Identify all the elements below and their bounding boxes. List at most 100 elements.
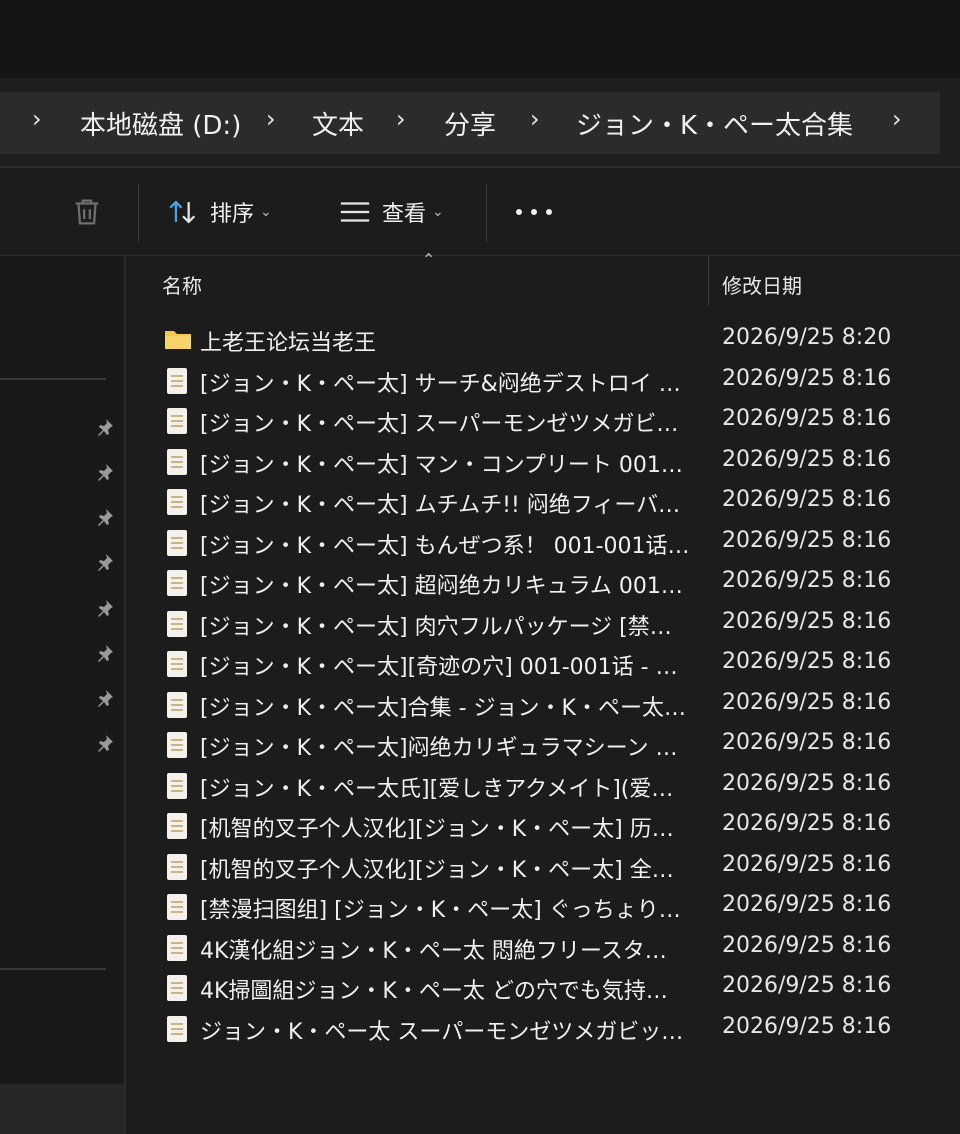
file-name: [ジョン・K・ペー太][奇迹の穴] 001-001话 - … <box>200 655 678 680</box>
divider <box>486 184 487 242</box>
file-list: ⌃ 名称 修改日期 上老王论坛当老王 2026/9/25 8:20 [ジョン・K・ペ… <box>126 250 960 1134</box>
list-view-icon <box>340 202 370 222</box>
file-row[interactable]: ジョン・K・ペー太 スーパーモンゼツメガビッ… 2026/9/25 8:16 <box>126 1009 960 1049</box>
file-name: [ジョン・K・ペー太] 超闷绝カリキュラム 001… <box>200 574 683 599</box>
modified-date: 2026/9/25 8:16 <box>722 649 892 674</box>
document-icon <box>164 691 190 720</box>
modified-date: 2026/9/25 8:16 <box>722 770 892 796</box>
chevron-right-icon[interactable]: › <box>530 105 540 133</box>
pin-icon[interactable] <box>92 504 118 530</box>
document-icon <box>164 489 190 517</box>
view-label: 查看 <box>382 202 427 227</box>
chevron-right-icon[interactable]: › <box>892 105 902 133</box>
file-row[interactable]: 4K掃圖組ジョン・K・ペー太 どの穴でも気持… 2026/9/25 8:16 <box>126 968 960 1008</box>
sort-ascending-icon: ⌃ <box>422 250 436 269</box>
file-row[interactable]: [ジョン・K・ペー太] 肉穴フルパッケージ [禁… 2026/9/25 8:16 <box>126 604 960 644</box>
file-row[interactable]: [ジョン・K・ペー太][奇迹の穴] 001-001话 - … 2026/9/25 … <box>126 644 960 684</box>
file-row[interactable]: [ジョン・K・ペー太] 超闷绝カリキュラム 001… 2026/9/25 8:16 <box>126 563 960 603</box>
more-icon-dot <box>546 209 552 215</box>
document-icon <box>164 975 190 1003</box>
document-icon <box>164 853 190 882</box>
delete-button[interactable] <box>70 190 104 234</box>
file-row[interactable]: 4K漢化組ジョン・K・ペー太 悶絶フリースタ… 2026/9/25 8:16 <box>126 928 960 968</box>
chevron-right-icon[interactable]: › <box>266 105 276 133</box>
file-row[interactable]: [ジョン・K・ペー太] サーチ&闷绝デストロイ … 2026/9/25 8:16 <box>126 361 960 401</box>
file-row[interactable]: [ジョン・K・ペー太]闷绝カリギュラマシーン … 2026/9/25 8:16 <box>126 725 960 765</box>
breadcrumb-item-share[interactable]: 分享 <box>444 105 496 142</box>
file-name: [ジョン・K・ペー太] ムチムチ!! 闷绝フィーバ… <box>200 493 681 518</box>
modified-date: 2026/9/25 8:16 <box>722 487 892 512</box>
sort-button[interactable]: 排序 ⌄ <box>166 190 272 234</box>
file-name: [ジョン・K・ペー太] サーチ&闷绝デストロイ … <box>200 371 681 397</box>
document-icon <box>164 529 190 558</box>
chevron-right-icon[interactable]: › <box>396 105 406 133</box>
more-options-button[interactable] <box>516 206 552 218</box>
pin-icon[interactable] <box>92 640 118 666</box>
breadcrumb-item-collection[interactable]: ジョン・K・ペー太合集 <box>576 105 853 142</box>
divider <box>138 184 139 242</box>
file-name: 上老王论坛当老王 <box>200 331 377 356</box>
chevron-down-icon: ⌄ <box>432 204 444 220</box>
trash-icon <box>75 199 99 225</box>
document-icon <box>164 1015 190 1044</box>
document-icon <box>164 448 190 477</box>
chevron-right-icon[interactable]: › <box>32 105 42 133</box>
file-row[interactable]: [机智的叉子个人汉化][ジョン・K・ペー太] 历… 2026/9/25 8:16 <box>126 806 960 846</box>
nav-item-selected[interactable] <box>0 1084 124 1134</box>
document-icon <box>164 934 190 963</box>
divider <box>0 968 106 970</box>
breadcrumb-item-drive[interactable]: 本地磁盘 (D:) <box>80 105 241 142</box>
breadcrumb-item-text[interactable]: 文本 <box>312 105 364 142</box>
file-name: [ジョン・K・ペー太] 肉穴フルパッケージ [禁… <box>200 614 672 640</box>
address-bar: › 本地磁盘 (D:) › 文本 › 分享 › ジョン・K・ペー太合集 › <box>0 78 960 168</box>
pin-icon[interactable] <box>92 414 118 440</box>
modified-date: 2026/9/25 8:16 <box>722 406 892 431</box>
file-row[interactable]: [ジョン・K・ペー太] ムチムチ!! 闷绝フィーバ… 2026/9/25 8:16 <box>126 482 960 522</box>
modified-date: 2026/9/25 8:16 <box>722 446 892 472</box>
file-name: ジョン・K・ペー太 スーパーモンゼツメガビッ… <box>200 1019 684 1045</box>
column-divider[interactable] <box>708 256 709 306</box>
modified-date: 2026/9/25 8:16 <box>722 527 892 553</box>
pin-icon[interactable] <box>92 595 118 621</box>
modified-date: 2026/9/25 8:16 <box>722 730 892 755</box>
file-name: [ジョン・K・ペー太] もんぜつ系！ 001-001话… <box>200 533 690 559</box>
pin-icon[interactable] <box>92 549 118 575</box>
document-icon <box>164 813 190 841</box>
command-bar: 排序 ⌄ 查看 ⌄ <box>0 168 960 256</box>
file-row[interactable]: [ジョン・K・ペー太] マン・コンプリート 001… 2026/9/25 8:16 <box>126 442 960 482</box>
file-name: 4K掃圖組ジョン・K・ペー太 どの穴でも気持… <box>200 979 668 1004</box>
column-header-name[interactable]: 名称 <box>162 256 202 312</box>
more-icon-dot <box>531 209 537 215</box>
pin-icon[interactable] <box>92 685 118 711</box>
document-icon <box>164 367 190 396</box>
file-row[interactable]: [禁漫扫图组] [ジョン・K・ペー太] ぐっちょり… 2026/9/25 8:16 <box>126 887 960 927</box>
file-name: [ジョン・K・ペー太] マン・コンプリート 001… <box>200 452 683 478</box>
file-row[interactable]: [机智的叉子个人汉化][ジョン・K・ペー太] 全… 2026/9/25 8:16 <box>126 847 960 887</box>
modified-date: 2026/9/25 8:16 <box>722 365 892 391</box>
document-icon <box>164 772 190 801</box>
pin-icon[interactable] <box>92 459 118 485</box>
file-row[interactable]: [ジョン・K・ペー太]合集 - ジョン・K・ペー太… 2026/9/25 8:16 <box>126 685 960 725</box>
modified-date: 2026/9/25 8:16 <box>722 689 892 715</box>
navigation-pane[interactable] <box>0 256 124 1134</box>
file-name: [ジョン・K・ペー太] スーパーモンゼツメガビ… <box>200 412 679 437</box>
modified-date: 2026/9/25 8:16 <box>722 811 892 836</box>
title-bar <box>0 0 960 78</box>
view-button[interactable]: 查看 ⌄ <box>338 190 444 234</box>
document-icon <box>164 894 190 922</box>
folder-icon <box>164 327 191 355</box>
file-name: 4K漢化組ジョン・K・ペー太 悶絶フリースタ… <box>200 938 667 964</box>
file-name: [ジョン・K・ペー太]闷绝カリギュラマシーン … <box>200 736 678 761</box>
file-row[interactable]: [ジョン・K・ペー太] スーパーモンゼツメガビ… 2026/9/25 8:16 <box>126 401 960 441</box>
folder-row[interactable]: 上老王论坛当老王 2026/9/25 8:20 <box>126 320 960 360</box>
file-row[interactable]: [ジョン・K・ペー太] もんぜつ系！ 001-001话… 2026/9/25 8:… <box>126 523 960 563</box>
breadcrumb[interactable]: › 本地磁盘 (D:) › 文本 › 分享 › ジョン・K・ペー太合集 › <box>0 92 940 154</box>
more-icon-dot <box>516 209 522 215</box>
modified-date: 2026/9/25 8:16 <box>722 1013 892 1039</box>
file-row[interactable]: [ジョン・K・ペー太氏][爱しきアクメイト](爱… 2026/9/25 8:16 <box>126 766 960 806</box>
document-icon <box>164 570 190 598</box>
chevron-down-icon: ⌄ <box>260 204 272 220</box>
sort-arrows-icon <box>169 200 196 224</box>
column-header-date[interactable]: 修改日期 <box>722 256 802 312</box>
pin-icon[interactable] <box>92 730 118 756</box>
